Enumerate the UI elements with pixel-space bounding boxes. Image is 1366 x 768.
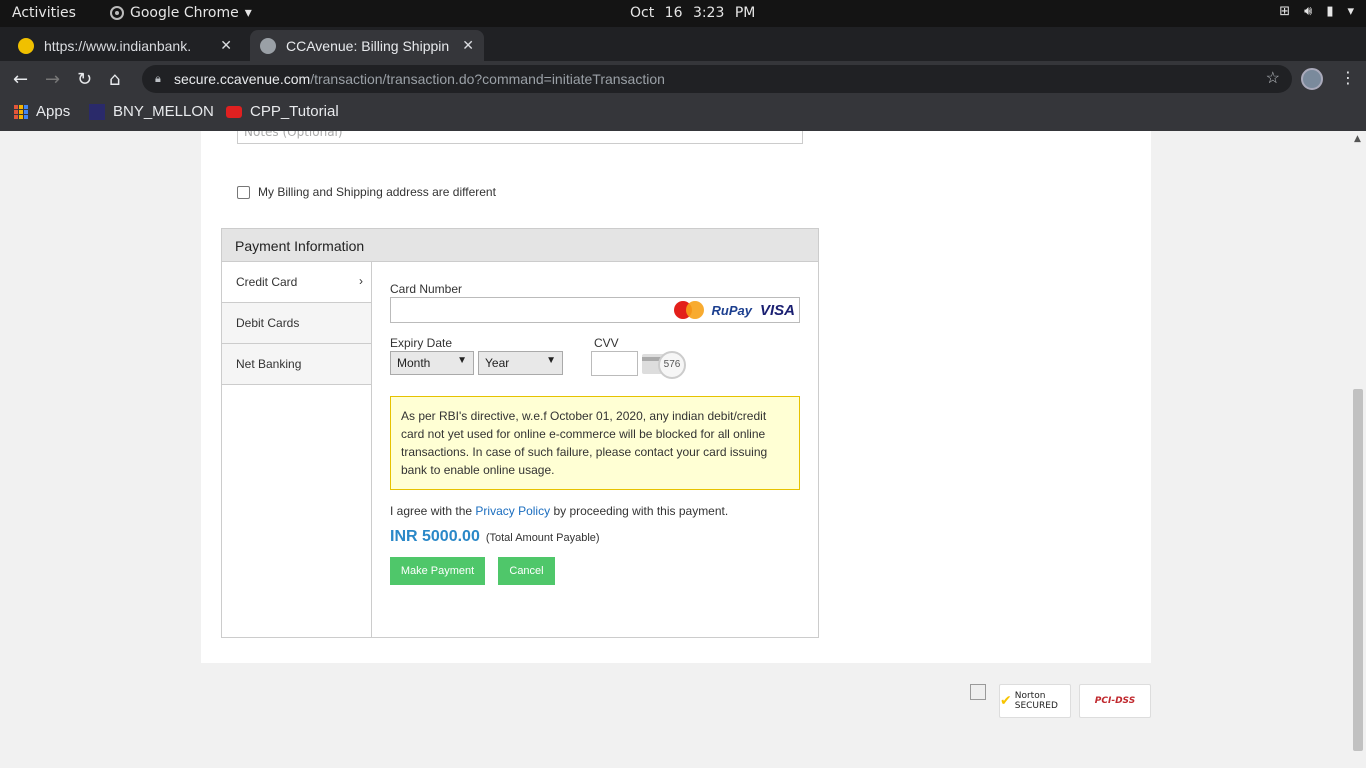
url-path: /transaction/transaction.do?command=init… bbox=[310, 71, 665, 87]
tab-strip: https://www.indianbank. ✕ CCAvenue: Bill… bbox=[0, 27, 1366, 84]
different-address-checkbox[interactable] bbox=[237, 185, 250, 199]
app-name: Google Chrome bbox=[130, 5, 239, 21]
method-label: Debit Cards bbox=[236, 316, 300, 330]
security-seals: ✔ Norton SECURED PCI-DSS bbox=[999, 684, 1151, 718]
chevron-right-icon: › bbox=[359, 274, 363, 288]
bookmark-label: CPP_Tutorial bbox=[250, 103, 339, 120]
chevron-down-icon: ▼ bbox=[457, 355, 467, 366]
date-text: Oct 16 bbox=[630, 5, 683, 21]
volume-icon: 🔊︎ bbox=[1304, 4, 1313, 19]
network-icon: ⊞ bbox=[1279, 4, 1291, 19]
cvv-hint-icon: 576 bbox=[642, 351, 686, 379]
mastercard-logo-icon bbox=[673, 301, 704, 319]
checkmark-icon: ✔ bbox=[1000, 693, 1012, 709]
chrome-menu-icon[interactable]: ⋮ bbox=[1340, 68, 1356, 87]
amount-value: INR 5000.00 bbox=[390, 528, 480, 545]
bookmark-bny-mellon[interactable]: BNY_MELLON bbox=[89, 103, 214, 120]
expiry-month-select[interactable]: Month ▼ bbox=[390, 351, 474, 375]
norton-seal[interactable]: ✔ Norton SECURED bbox=[999, 684, 1071, 718]
make-payment-button[interactable]: Make Payment bbox=[390, 557, 485, 585]
payment-method-nav: Credit Card › Debit Cards Net Banking bbox=[222, 262, 372, 637]
app-menu[interactable]: Google Chrome ▾ bbox=[110, 5, 252, 21]
method-debit-cards[interactable]: Debit Cards bbox=[222, 303, 371, 344]
system-tray[interactable]: ⊞ 🔊︎ ▮ ▾ bbox=[1279, 4, 1354, 19]
cvv-hint-number: 576 bbox=[658, 351, 686, 379]
battery-icon: ▮ bbox=[1326, 4, 1334, 19]
activities-button[interactable]: Activities bbox=[12, 5, 76, 21]
agree-suffix: by proceeding with this payment. bbox=[553, 504, 729, 518]
visa-logo-icon: VISA bbox=[759, 301, 795, 319]
expiry-date-label: Expiry Date bbox=[390, 336, 453, 350]
amount-note: (Total Amount Payable) bbox=[485, 532, 600, 544]
profile-avatar[interactable] bbox=[1301, 68, 1323, 90]
different-address-label: My Billing and Shipping address are diff… bbox=[258, 185, 496, 199]
rupay-logo-icon: RuPay bbox=[711, 302, 752, 318]
close-tab-icon[interactable]: ✕ bbox=[462, 37, 474, 54]
notes-field[interactable]: Notes (Optional) bbox=[237, 131, 803, 144]
pci-dss-text: PCI-DSS bbox=[1094, 696, 1136, 706]
method-label: Credit Card bbox=[236, 275, 298, 289]
method-label: Net Banking bbox=[236, 357, 302, 371]
lock-icon: 🔒︎ bbox=[155, 73, 161, 85]
caret-down-icon: ▾ bbox=[1347, 4, 1354, 19]
omnibox[interactable]: 🔒︎ secure.ccavenue.com/transaction/trans… bbox=[142, 65, 1292, 93]
different-address-row: My Billing and Shipping address are diff… bbox=[237, 185, 496, 199]
payment-information-panel: Payment Information Credit Card › Debit … bbox=[221, 228, 819, 638]
bookmark-cpp-tutorial[interactable]: CPP_Tutorial bbox=[226, 103, 339, 120]
card-logos: RuPay VISA bbox=[673, 301, 795, 319]
page-viewport: Notes (Optional) My Billing and Shipping… bbox=[0, 131, 1366, 768]
youtube-icon bbox=[226, 105, 242, 118]
card-number-label: Card Number bbox=[390, 282, 463, 296]
caret-down-icon: ▾ bbox=[244, 5, 252, 21]
total-amount: INR 5000.00 (Total Amount Payable) bbox=[390, 528, 600, 546]
apps-grid-icon bbox=[14, 104, 28, 119]
checkout-sheet: Notes (Optional) My Billing and Shipping… bbox=[201, 131, 1151, 663]
norton-seal-text: Norton SECURED bbox=[1014, 691, 1058, 711]
back-button[interactable]: ← bbox=[13, 69, 28, 90]
bny-icon bbox=[89, 103, 105, 120]
expiry-month-value: Month bbox=[397, 356, 431, 370]
method-credit-card[interactable]: Credit Card › bbox=[222, 262, 371, 303]
bookmark-apps[interactable]: Apps bbox=[14, 103, 70, 120]
cvv-label: CVV bbox=[594, 336, 619, 350]
tab-title: https://www.indianbank. bbox=[44, 37, 192, 54]
bookmark-label: Apps bbox=[36, 103, 71, 120]
tab-indianbank[interactable]: https://www.indianbank. ✕ bbox=[8, 30, 242, 61]
privacy-policy-link[interactable]: Privacy Policy bbox=[475, 504, 550, 518]
tab-ccavenue[interactable]: CCAvenue: Billing Shippin ✕ bbox=[250, 30, 484, 61]
url-host: secure.ccavenue.com bbox=[174, 71, 311, 87]
indianbank-favicon-icon bbox=[18, 37, 34, 54]
chrome-icon bbox=[110, 6, 124, 20]
system-top-bar: Activities Google Chrome ▾ Oct 16 3:23 P… bbox=[0, 0, 1366, 27]
scroll-up-arrow-icon[interactable]: ▲ bbox=[1354, 134, 1361, 144]
method-net-banking[interactable]: Net Banking bbox=[222, 344, 371, 385]
expiry-year-select[interactable]: Year ▼ bbox=[478, 351, 563, 375]
close-tab-icon[interactable]: ✕ bbox=[220, 37, 232, 54]
payment-section-title: Payment Information bbox=[222, 229, 818, 262]
expiry-year-value: Year bbox=[485, 356, 510, 370]
forward-button[interactable]: → bbox=[45, 69, 60, 90]
cancel-button[interactable]: Cancel bbox=[498, 557, 555, 585]
tab-title: CCAvenue: Billing Shippin bbox=[286, 37, 450, 54]
bookmarks-bar: Apps BNY_MELLON CPP_Tutorial bbox=[0, 97, 1366, 131]
bookmark-star-icon[interactable]: ☆ bbox=[1266, 65, 1280, 93]
pci-dss-seal[interactable]: PCI-DSS bbox=[1079, 684, 1151, 718]
reload-button[interactable]: ↻ bbox=[77, 69, 92, 90]
broken-image-icon bbox=[970, 684, 986, 700]
home-button[interactable]: ⌂ bbox=[109, 69, 120, 90]
agreement-text: I agree with the Privacy Policy by proce… bbox=[390, 504, 728, 518]
time-text: 3:23 PM bbox=[692, 5, 756, 21]
scrollbar-thumb[interactable] bbox=[1353, 389, 1363, 751]
globe-icon bbox=[260, 37, 276, 54]
cvv-input[interactable] bbox=[591, 351, 638, 376]
clock[interactable]: Oct 16 3:23 PM bbox=[630, 5, 755, 21]
address-toolbar: ← → ↻ ⌂ 🔒︎ secure.ccavenue.com/transacti… bbox=[0, 61, 1366, 97]
rbi-notice: As per RBI's directive, w.e.f October 01… bbox=[390, 396, 800, 490]
card-number-input[interactable]: RuPay VISA bbox=[390, 297, 800, 323]
bookmark-label: BNY_MELLON bbox=[113, 103, 214, 120]
chevron-down-icon: ▼ bbox=[546, 355, 556, 366]
agree-prefix: I agree with the bbox=[390, 504, 473, 518]
